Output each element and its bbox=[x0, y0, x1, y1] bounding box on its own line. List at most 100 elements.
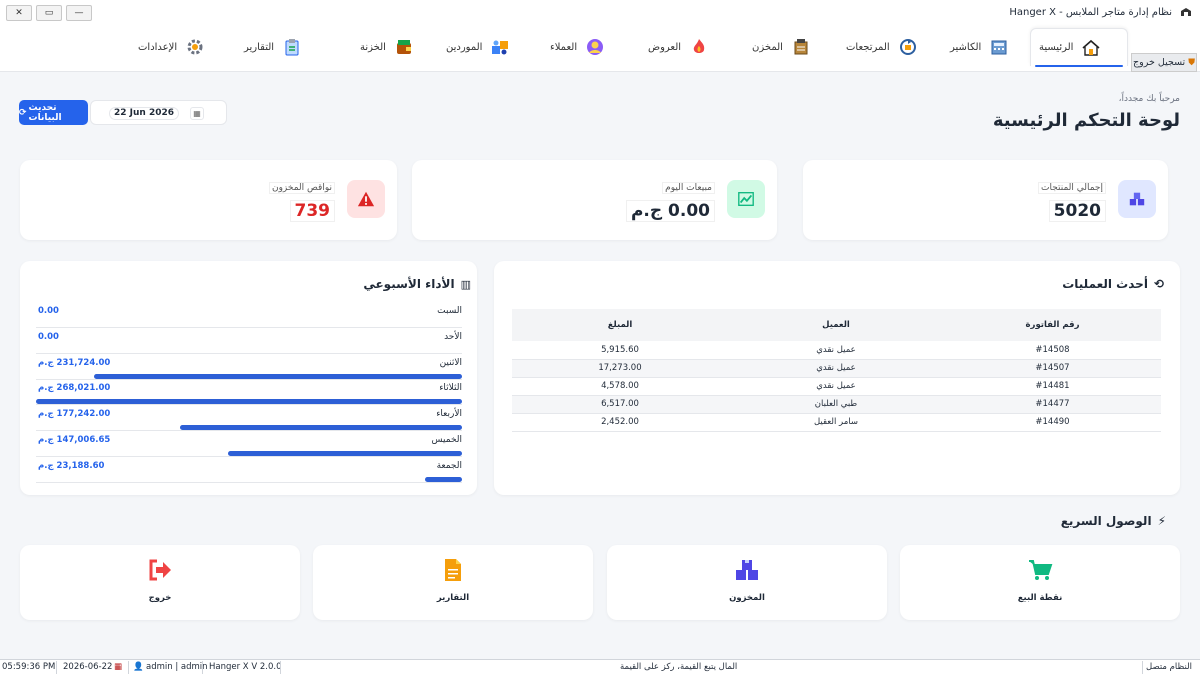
weekday-label: الأحد bbox=[444, 332, 462, 342]
status-slogan: المال يتبع القيمة، ركز على القيمة bbox=[620, 662, 738, 672]
tab-label: الخزنة bbox=[360, 41, 386, 53]
bar-fill bbox=[180, 425, 462, 430]
stock-shortage-card: نواقص المخزون 739 bbox=[20, 160, 397, 240]
app-logo-icon bbox=[1181, 8, 1191, 16]
total-products-label: إجمالي المنتجات bbox=[1037, 182, 1106, 194]
main-ribbon: الرئيسية الكاشير المرتجعات المخزن العروض… bbox=[0, 26, 1200, 72]
weekday-label: السبت bbox=[437, 306, 462, 316]
bar-chart-icon: ▥ bbox=[460, 277, 471, 291]
customer-cell: عميل نقدي bbox=[728, 377, 944, 396]
bar-track bbox=[36, 322, 462, 328]
status-user: admin | admin bbox=[146, 662, 208, 672]
tab-warehouse[interactable]: المخزن bbox=[752, 28, 811, 66]
restore-button[interactable]: ▭ bbox=[36, 5, 62, 21]
tab-treasury[interactable]: الخزنة bbox=[360, 28, 414, 66]
shield-icon: ⛊ bbox=[1188, 57, 1195, 68]
close-button[interactable]: ✕ bbox=[6, 5, 32, 21]
customer-icon bbox=[587, 39, 604, 55]
home-icon bbox=[1082, 39, 1100, 56]
tab-suppliers[interactable]: الموردين bbox=[446, 28, 510, 66]
tab-label: المرتجعات bbox=[846, 41, 890, 53]
user-icon: 👤 bbox=[133, 662, 144, 672]
invoice-cell: #14507 bbox=[944, 359, 1161, 378]
transactions-table: المبلغ العميل رقم الفاتورة 5,915.60 عميل… bbox=[512, 309, 1161, 432]
clipboard-icon bbox=[285, 39, 299, 56]
section-title-text: الوصول السريع bbox=[1060, 514, 1152, 528]
date-value[interactable]: 22 Jun 2026 bbox=[109, 107, 179, 120]
tab-home[interactable]: الرئيسية bbox=[1030, 28, 1128, 67]
table-row[interactable]: 17,273.00 عميل نقدي #14507 bbox=[512, 359, 1161, 378]
exit-icon bbox=[149, 559, 171, 581]
date-picker[interactable]: 22 Jun 2026 ▦ bbox=[90, 100, 227, 125]
refresh-data-button[interactable]: ⟳ تحديث البيانات bbox=[19, 100, 88, 125]
tab-settings[interactable]: الإعدادات bbox=[138, 28, 205, 66]
tab-label: العملاء bbox=[550, 41, 578, 53]
minimize-button[interactable]: — bbox=[66, 5, 92, 21]
weekly-row: الثلاثاء 268,021.00 ج.م bbox=[36, 383, 462, 409]
tab-label: التقارير bbox=[244, 41, 275, 53]
tab-offers[interactable]: العروض bbox=[648, 28, 709, 66]
column-header-invoice[interactable]: رقم الفاتورة bbox=[944, 309, 1161, 341]
customer-cell: طبي العلبان bbox=[728, 395, 944, 414]
column-header-customer[interactable]: العميل bbox=[728, 309, 944, 341]
weekday-amount: 231,724.00 ج.م bbox=[38, 358, 111, 368]
cart-icon bbox=[1029, 560, 1053, 580]
today-sales-value: 0.00 ج.م bbox=[625, 200, 715, 222]
history-icon: ⟲ bbox=[1153, 277, 1164, 291]
page-title: لوحة التحكم الرئيسية bbox=[992, 110, 1180, 131]
point-of-sale-button[interactable]: نقطة البيع bbox=[900, 545, 1180, 620]
document-icon bbox=[445, 559, 461, 581]
weekday-label: الثلاثاء bbox=[439, 383, 462, 393]
tab-label: الإعدادات bbox=[138, 41, 178, 53]
returns-icon bbox=[899, 39, 916, 55]
total-products-card: إجمالي المنتجات 5020 bbox=[803, 160, 1168, 240]
weekday-label: الأربعاء bbox=[436, 409, 462, 419]
status-divider bbox=[1142, 661, 1143, 674]
tab-reports[interactable]: التقارير bbox=[244, 28, 302, 66]
weekday-label: الخميس bbox=[431, 435, 462, 445]
tab-cashier[interactable]: الكاشير bbox=[950, 28, 1009, 66]
table-row[interactable]: 2,452.00 سامر العقيل #14490 bbox=[512, 413, 1161, 432]
column-header-amount[interactable]: المبلغ bbox=[512, 309, 728, 341]
boxes-icon bbox=[1118, 180, 1156, 218]
table-row[interactable]: 6,517.00 طبي العلبان #14477 bbox=[512, 395, 1161, 414]
bar-fill bbox=[93, 374, 462, 379]
tab-label: الرئيسية bbox=[1039, 42, 1074, 53]
weekday-label: الاثنين bbox=[439, 358, 462, 368]
table-row[interactable]: 4,578.00 عميل نقدي #14481 bbox=[512, 377, 1161, 396]
customer-cell: سامر العقيل bbox=[728, 413, 944, 432]
tab-label: العروض bbox=[648, 41, 682, 53]
weekday-amount: 268,021.00 ج.م bbox=[38, 383, 111, 393]
inventory-button[interactable]: المخزون bbox=[607, 545, 887, 620]
warning-icon bbox=[347, 180, 385, 218]
wallet-icon bbox=[396, 40, 411, 54]
logout-top-button[interactable]: ⛊ تسجيل خروج bbox=[1131, 53, 1197, 72]
tab-label: المخزن bbox=[752, 41, 783, 53]
bar-fill bbox=[36, 399, 462, 404]
status-connection: النظام متصل bbox=[1146, 662, 1192, 672]
calendar-icon[interactable]: ▦ bbox=[190, 107, 204, 120]
calendar-icon: ▦ bbox=[114, 662, 123, 672]
title-bar: ✕ ▭ — نظام إدارة متاجر الملابس - Hanger … bbox=[0, 0, 1200, 26]
table-row[interactable]: 5,915.60 عميل نقدي #14508 bbox=[512, 341, 1161, 360]
tab-label: الموردين bbox=[446, 41, 483, 53]
status-divider bbox=[202, 661, 203, 674]
bar-track bbox=[36, 348, 462, 354]
exit-button[interactable]: خروج bbox=[20, 545, 300, 620]
weekly-row: السبت 0.00 bbox=[36, 306, 462, 332]
amount-cell: 6,517.00 bbox=[512, 395, 728, 414]
today-sales-card: مبيعات اليوم 0.00 ج.م bbox=[412, 160, 777, 240]
cash-register-icon bbox=[991, 40, 1007, 55]
reports-button[interactable]: التقارير bbox=[313, 545, 593, 620]
amount-cell: 4,578.00 bbox=[512, 377, 728, 396]
tab-customers[interactable]: العملاء bbox=[550, 28, 605, 66]
weekday-amount: 0.00 bbox=[38, 306, 59, 316]
recent-transactions-title: ⟲ أحدث العمليات bbox=[1062, 277, 1164, 291]
tab-returns[interactable]: المرتجعات bbox=[846, 28, 918, 66]
fire-icon bbox=[693, 39, 705, 53]
status-date: 2026-06-22 bbox=[63, 662, 113, 672]
customer-cell: عميل نقدي bbox=[728, 359, 944, 378]
invoice-cell: #14490 bbox=[944, 413, 1161, 432]
panel-title-text: أحدث العمليات bbox=[1062, 277, 1148, 291]
status-divider bbox=[56, 661, 57, 674]
